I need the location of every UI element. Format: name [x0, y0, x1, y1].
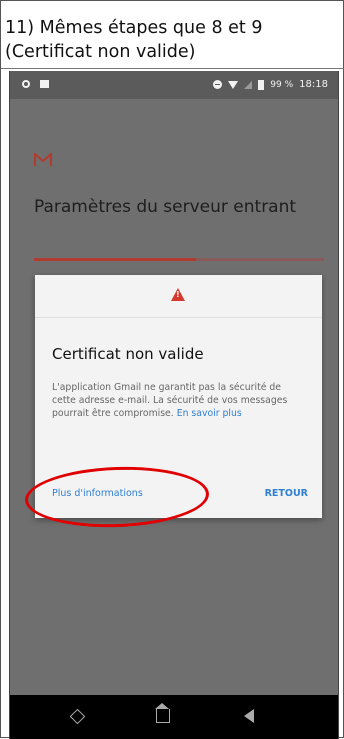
gmail-icon [34, 153, 52, 166]
recent-apps-icon[interactable] [69, 708, 86, 725]
dialog-title: Certificat non valide [52, 345, 204, 363]
back-button[interactable]: RETOUR [265, 488, 308, 499]
progress-bar [34, 258, 324, 261]
home-icon[interactable] [155, 703, 170, 723]
battery-icon [258, 79, 265, 90]
warning-icon [171, 288, 185, 301]
phone-screenshot: 99 % 18:18 Paramètres du serveur entrant… [9, 71, 339, 739]
learn-more-link[interactable]: En savoir plus [177, 408, 242, 419]
page-frame: 11) Mêmes étapes que 8 et 9 (Certificat … [0, 0, 344, 739]
clock: 18:18 [299, 79, 328, 90]
dialog-header [35, 275, 322, 318]
do-not-disturb-icon [213, 80, 223, 89]
status-bar: 99 % 18:18 [10, 71, 338, 99]
caption-divider [1, 68, 344, 69]
notification-icon [22, 80, 30, 88]
battery-percent: 99 % [270, 79, 294, 90]
caption-line-2: (Certificat non valide) [5, 42, 196, 62]
back-icon[interactable] [244, 709, 254, 723]
signal-icon [244, 80, 253, 89]
dialog-body-text: L'application Gmail ne garantit pas la s… [52, 382, 288, 419]
caption: 11) Mêmes étapes que 8 et 9 (Certificat … [5, 16, 343, 64]
image-icon [40, 80, 49, 88]
progress-fill [34, 258, 197, 261]
dialog-message: L'application Gmail ne garantit pas la s… [52, 381, 307, 420]
page-title: Paramètres du serveur entrant [34, 197, 297, 217]
wifi-icon [228, 80, 239, 89]
navigation-bar [10, 695, 338, 739]
caption-line-1: 11) Mêmes étapes que 8 et 9 [5, 18, 263, 38]
